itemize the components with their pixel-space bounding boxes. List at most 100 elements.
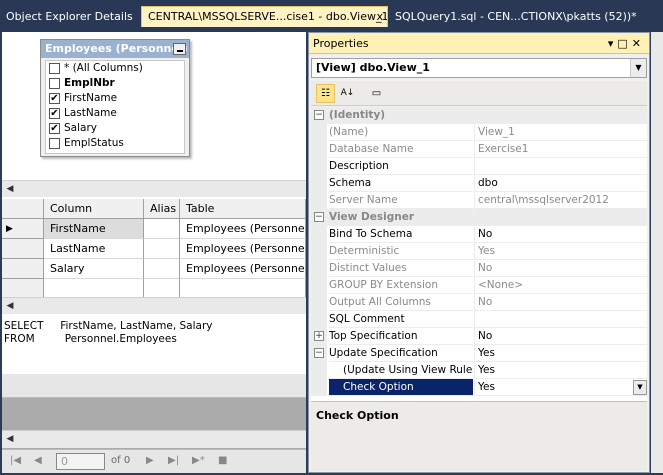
grid-scrollbar[interactable]: ◀ [2,297,306,314]
close-icon[interactable]: ✕ [632,37,645,50]
row-gutter [311,260,327,277]
maximize-icon[interactable]: □ [617,37,631,50]
previous-record-icon[interactable]: ◀ [34,455,42,466]
checkbox[interactable] [49,63,60,74]
diagram-scrollbar[interactable]: ◀ [2,180,306,197]
property-value[interactable]: Yes [474,362,647,379]
property-row[interactable]: SQL Comment [311,311,647,328]
grid-cell-table[interactable]: Employees (Personnel) [180,239,306,259]
property-row[interactable]: Server Name central\mssqlserver2012 [311,192,647,209]
column-item[interactable]: ✔ Salary [46,121,184,136]
property-row[interactable]: + Top Specification No [311,328,647,345]
column-item[interactable]: * (All Columns) [46,61,184,76]
scroll-left-icon[interactable]: ◀ [2,181,18,197]
grid-cell-column[interactable]: FirstName [44,219,144,239]
record-number-input[interactable]: 0 [56,453,105,470]
property-value[interactable] [474,158,647,175]
column-item[interactable]: ✔ FirstName [46,91,184,106]
properties-title-bar[interactable]: Properties ▾□✕ [309,33,649,54]
property-row[interactable]: − Update Specification Yes [311,345,647,362]
chevron-down-icon[interactable]: ▼ [633,380,647,395]
sql-line-select: SELECT FirstName, LastName, Salary [4,320,213,332]
tab-view-designer[interactable]: CENTRAL\MSSQLSERVE...cise1 - dbo.View_1*… [141,6,388,27]
property-row[interactable]: (Name) View_1 [311,124,647,141]
new-record-icon[interactable]: ▶* [192,455,205,466]
row-gutter: − [311,209,327,226]
checkbox[interactable] [49,138,60,149]
row-selector[interactable] [2,259,44,279]
collapse-icon[interactable]: − [314,348,324,358]
last-record-icon[interactable]: ▶| [168,455,179,466]
collapse-icon[interactable]: − [314,212,324,222]
grid-cell-empty[interactable] [144,279,180,299]
record-navigator: |◀ ◀ 0 of 0 ▶ ▶| ▶* ■ [2,449,306,473]
property-pages-icon[interactable]: ▭ [367,84,386,103]
table-window-employees[interactable]: Employees (Personnel) * (All Columns) Em… [40,39,190,157]
description-title: Check Option [316,409,399,422]
categorized-icon[interactable]: ☷ [316,84,335,103]
grid-header-column: Column [44,199,144,219]
checkbox-checked[interactable]: ✔ [49,93,60,104]
property-value[interactable] [474,311,647,328]
sql-pane[interactable]: SELECT FirstName, LastName, Salary FROM … [2,318,306,374]
first-record-icon[interactable]: |◀ [10,455,21,466]
grid-cell-column[interactable]: Salary [44,259,144,279]
property-row[interactable]: Deterministic Yes [311,243,647,260]
column-item[interactable]: EmplNbr [46,76,184,91]
column-item[interactable]: EmplStatus [46,136,184,151]
table-window-title[interactable]: Employees (Personnel) [41,40,189,58]
grid-cell-alias[interactable] [144,259,180,279]
grid-cell-alias[interactable] [144,239,180,259]
scroll-left-icon[interactable]: ◀ [2,431,18,447]
alphabetical-icon[interactable]: A↓ [338,84,357,103]
stop-icon[interactable]: ■ [218,455,227,466]
checkbox-checked[interactable]: ✔ [49,108,60,119]
column-label: EmplStatus [64,137,124,149]
tab-sql-query[interactable]: SQLQuery1.sql - CEN...CTIONX\pkatts (52)… [389,7,663,26]
row-selector[interactable]: ▶ [2,219,44,239]
column-item[interactable]: ✔ LastName [46,106,184,121]
grid-cell-table[interactable]: Employees (Personnel) [180,259,306,279]
row-gutter [311,226,327,243]
property-value[interactable]: No [474,328,647,345]
property-row[interactable]: Distinct Values No [311,260,647,277]
property-row[interactable]: Bind To Schema No [311,226,647,243]
row-selector[interactable] [2,279,44,299]
grid-cell-empty[interactable] [44,279,144,299]
property-row[interactable]: (Update Using View Rules) Yes [311,362,647,379]
window-position-icon[interactable]: ▾ [608,37,618,50]
checkbox[interactable] [49,78,60,89]
expand-icon[interactable]: + [314,331,324,341]
results-scrollbar[interactable]: ◀ [2,430,306,448]
row-gutter [311,277,327,294]
chevron-down-icon[interactable]: ▼ [630,59,646,77]
property-row[interactable]: Output All Columns No [311,294,647,311]
property-category[interactable]: − (Identity) [311,107,647,124]
object-selector[interactable]: [View] dbo.View_1 ▼ [311,58,647,78]
minimize-icon[interactable] [173,43,186,55]
grid-cell-alias[interactable] [144,219,180,239]
property-row[interactable]: Description [311,158,647,175]
grid-corner [2,199,44,219]
right-scroll-strip [651,32,663,473]
row-selector[interactable] [2,239,44,259]
property-row[interactable]: GROUP BY Extension <None> [311,277,647,294]
next-record-icon[interactable]: ▶ [146,455,154,466]
property-value[interactable]: dbo [474,175,647,192]
property-row[interactable]: Database Name Exercise1 [311,141,647,158]
scroll-left-icon[interactable]: ◀ [2,298,18,314]
property-row[interactable]: Schema dbo [311,175,647,192]
close-tab-button[interactable]: x [376,7,383,27]
collapse-icon[interactable]: − [314,110,324,120]
grid-cell-empty[interactable] [180,279,306,299]
grid-cell-column[interactable]: LastName [44,239,144,259]
property-row[interactable]: Check Option Yes ▼ [311,379,647,396]
property-value[interactable]: Yes [474,379,647,396]
grid-cell-table[interactable]: Employees (Personnel) [180,219,306,239]
property-value[interactable]: No [474,226,647,243]
tab-object-explorer-details[interactable]: Object Explorer Details [0,7,140,26]
property-grid: − (Identity) (Name) View_1 Database Name Exer… [311,107,647,401]
checkbox-checked[interactable]: ✔ [49,123,60,134]
property-value[interactable]: Yes [474,345,647,362]
property-category[interactable]: − View Designer [311,209,647,226]
